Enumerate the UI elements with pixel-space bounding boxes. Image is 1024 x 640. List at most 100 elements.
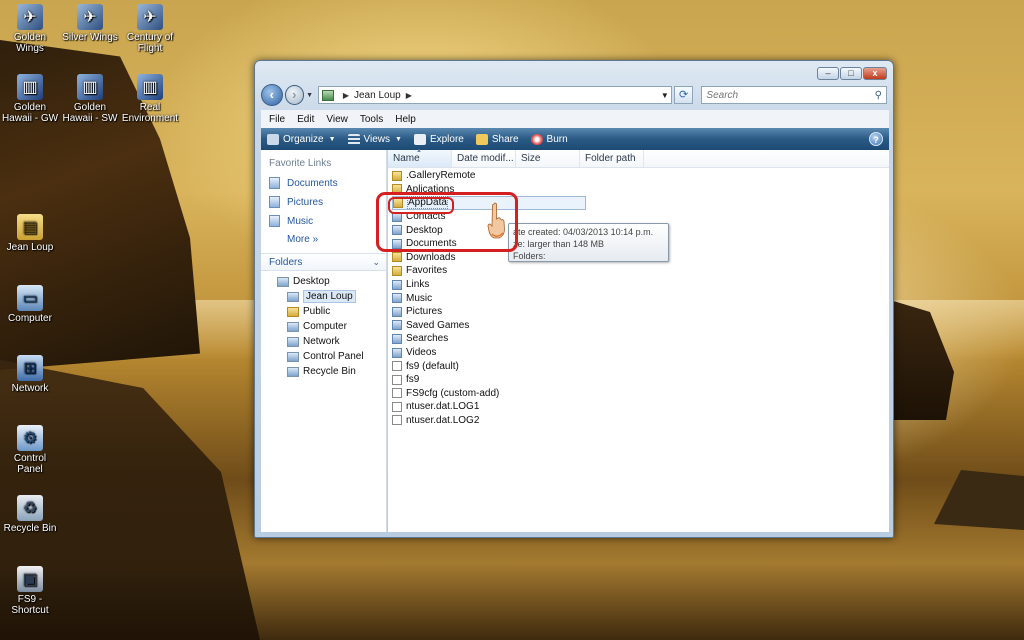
column-size[interactable]: Size [516,150,580,167]
help-icon[interactable]: ? [869,132,883,146]
computer-icon [287,321,299,332]
menu-edit[interactable]: Edit [297,114,314,125]
desktop-icon-network[interactable]: ⊞ Network [0,355,60,394]
list-item[interactable]: ntuser.dat.LOG2 [392,414,889,428]
file-icon [392,415,402,426]
desktop-icon-century-of-flight[interactable]: ✈ Century of Flight [120,4,180,54]
network-icon: ⊞ [17,355,43,381]
tooltip-size: ze: larger than 148 MB [513,239,605,249]
tree-item-network[interactable]: Network [261,334,386,349]
desktop-icon-label: Golden Wings [13,32,47,54]
column-date-modified[interactable]: Date modif... [452,150,516,167]
list-item[interactable]: fs9 (default) [392,359,889,373]
list-item[interactable]: Music [392,291,889,305]
tree-item-computer[interactable]: Computer [261,319,386,334]
window-controls: – □ x [817,67,887,80]
sort-up-icon: ▲ [416,148,422,154]
desktop-icon-golden-wings[interactable]: ✈ Golden Wings [0,4,60,54]
desktop-icon-label: FS9 - Shortcut [11,594,49,616]
back-button[interactable]: ‹ [261,84,283,106]
desktop-icon-recycle-bin[interactable]: ♻ Recycle Bin [0,495,60,534]
desktop-icon-silver-wings[interactable]: ✈ Silver Wings [60,4,120,43]
search-box[interactable]: ⚲ [701,86,887,104]
search-input[interactable] [706,89,867,101]
tree-item-jean-loup[interactable]: Jean Loup [261,289,386,304]
list-item[interactable]: Links [392,278,889,292]
rock-background [934,470,1024,530]
explore-icon [413,133,426,145]
column-name[interactable]: ▲ Name [388,148,452,167]
list-item[interactable]: Videos [392,346,889,360]
desktop-icon-golden-hawaii-gw[interactable]: ▥ Golden Hawaii - GW [0,74,60,124]
file-name: fs9 [406,374,420,386]
recent-pages-dropdown[interactable]: ▼ [306,92,316,99]
list-item[interactable]: FS9cfg (custom-add) [392,387,889,401]
desktop-icon-label: Network [11,383,49,394]
tree-item-public[interactable]: Public [261,304,386,319]
desktop-icon-fs9-shortcut[interactable]: ▣ FS9 - Shortcut [0,566,60,616]
folders-header[interactable]: Folders ⌄ [261,253,386,271]
desktop-icon [277,276,289,287]
share-button[interactable]: Share [475,133,519,145]
menu-tools[interactable]: Tools [360,114,383,125]
desktop-icon-label: Golden Hawaii - SW [62,102,118,124]
desktop-icon-label: Jean Loup [6,242,54,253]
file-name: Saved Games [406,319,470,331]
maximize-button[interactable]: □ [840,67,862,80]
shortcut-icon: ▣ [17,566,43,592]
chevron-right-icon[interactable]: ▶ [406,91,412,100]
desktop-icon-golden-hawaii-sw[interactable]: ▥ Golden Hawaii - SW [60,74,120,124]
chevron-right-icon[interactable]: ▶ [343,91,349,100]
column-folder-path[interactable]: Folder path [580,150,644,167]
chevron-down-icon: ▼ [328,135,336,143]
views-button[interactable]: Views ▼ [347,133,402,145]
tree-item-control-panel[interactable]: Control Panel [261,349,386,364]
file-name: ntuser.dat.LOG2 [406,414,480,426]
address-dropdown-icon[interactable]: ▼ [659,91,671,100]
desktop-icon-jean-loup[interactable]: ▤ Jean Loup [0,214,60,253]
organize-button[interactable]: Organize ▼ [267,133,336,145]
airplane-icon: ✈ [137,4,163,30]
desktop-icon-computer[interactable]: ▭ Computer [0,285,60,324]
list-item[interactable]: Saved Games [392,319,889,333]
column-header: ▲ Name Date modif... Size Folder path [388,148,889,168]
burn-button[interactable]: Burn [530,133,568,145]
tree-item-desktop[interactable]: Desktop [261,274,386,289]
favorite-documents[interactable]: Documents [261,173,386,192]
organize-label: Organize [283,133,324,145]
desktop-icon-control-panel[interactable]: ⚙ Control Panel [0,425,60,475]
favorite-pictures[interactable]: Pictures [261,192,386,211]
file-name: fs9 (default) [406,360,459,372]
desktop-icon-label: Golden Hawaii - GW [1,102,59,124]
desktop-icon-label: Silver Wings [62,32,118,43]
menu-help[interactable]: Help [395,114,416,125]
tree-item-recycle-bin[interactable]: Recycle Bin [261,364,386,379]
breadcrumb-jean-loup[interactable]: Jean Loup [354,90,401,101]
address-bar[interactable]: ▶ Jean Loup ▶ ▼ [317,86,672,104]
saved-games-icon [392,320,402,331]
list-item[interactable]: Searches [392,332,889,346]
file-name: Favorites [406,265,448,277]
menu-file[interactable]: File [269,114,285,125]
explore-button[interactable]: Explore [413,133,464,145]
menu-view[interactable]: View [326,114,348,125]
list-item[interactable]: ntuser.dat.LOG1 [392,400,889,414]
minimize-button[interactable]: – [817,67,839,80]
links-icon [392,279,402,290]
close-button[interactable]: x [863,67,887,80]
list-item[interactable]: Pictures [392,305,889,319]
search-icon[interactable]: ⚲ [875,90,882,101]
desktop-icon-real-environment[interactable]: ▥ Real Environment [120,74,180,124]
explorer-window[interactable]: – □ x ‹ › ▼ ▶ Jean Loup ▶ ▼ ⟳ ⚲ File Edi… [254,60,894,538]
share-icon [475,133,488,145]
list-item[interactable]: fs9 [392,373,889,387]
organize-icon [267,133,279,145]
more-link[interactable]: More » [261,230,386,245]
favorite-music[interactable]: Music [261,211,386,230]
refresh-button[interactable]: ⟳ [673,86,694,104]
list-item[interactable]: .GalleryRemote [392,169,889,183]
file-icon [392,388,402,399]
list-item[interactable]: Favorites [392,264,889,278]
file-name: .GalleryRemote [406,170,476,182]
forward-button[interactable]: › [284,85,305,105]
